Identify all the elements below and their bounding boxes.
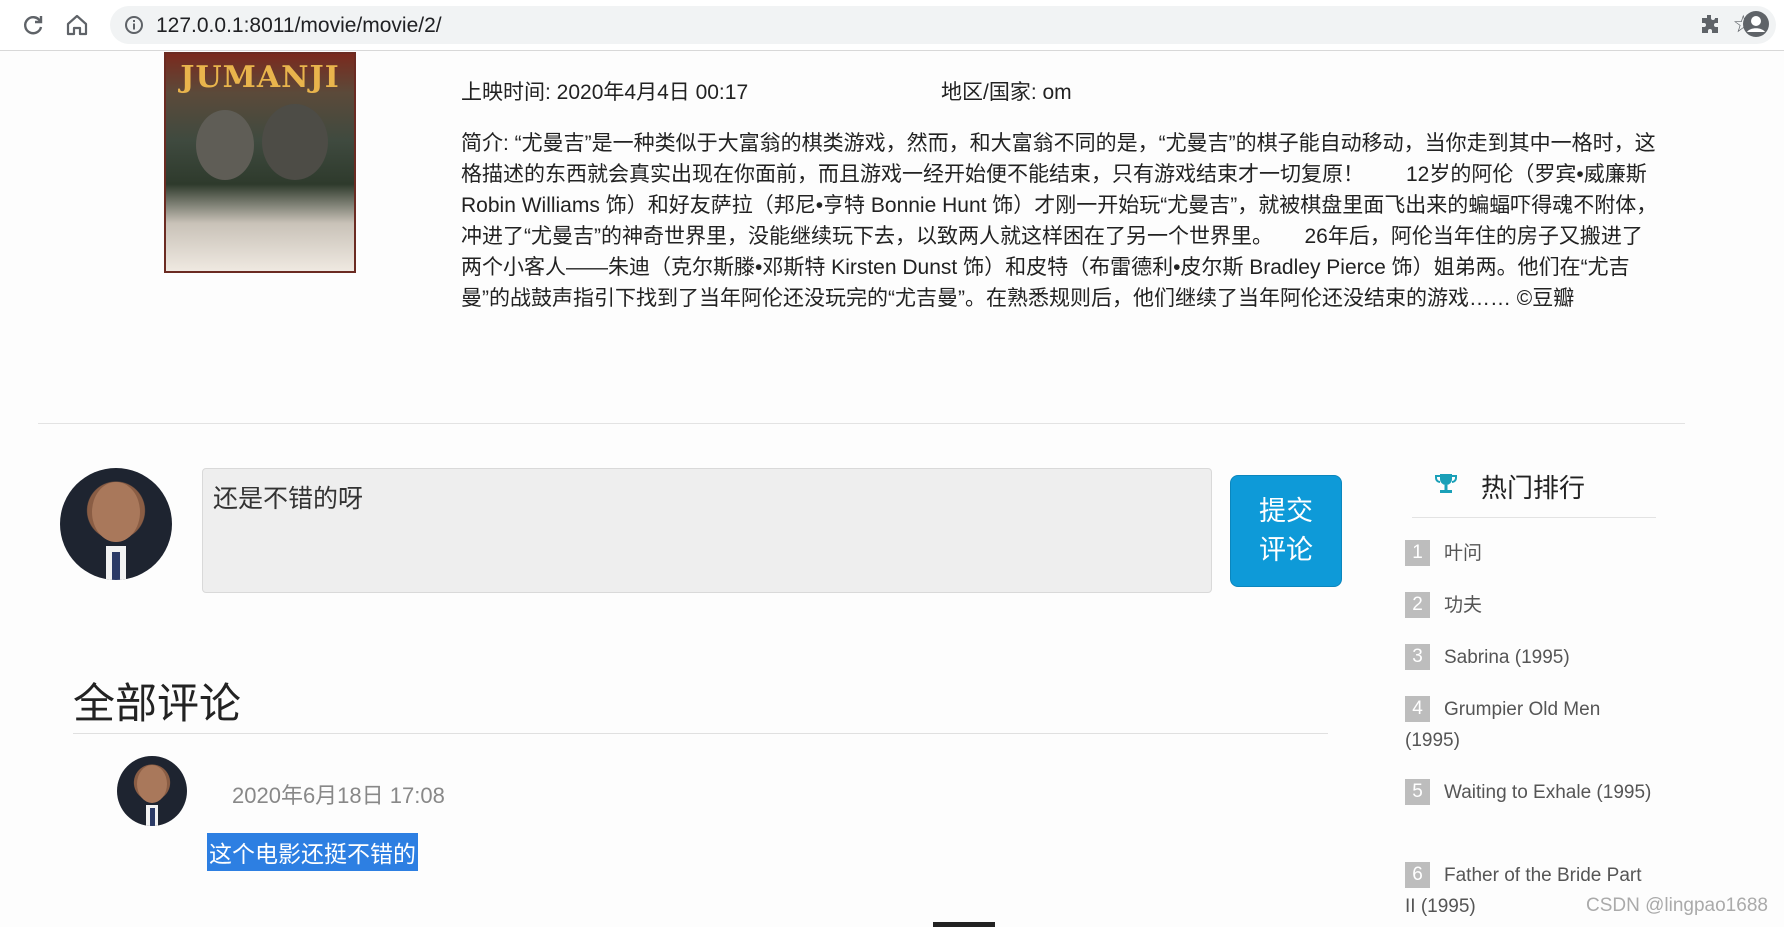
poster-title: JUMANJI [180, 60, 340, 95]
home-icon[interactable] [62, 10, 92, 40]
rank-item[interactable]: 2 功夫 [1405, 590, 1655, 621]
rank-title[interactable]: Waiting to Exhale (1995) [1444, 782, 1651, 803]
rank-number: 1 [1405, 540, 1430, 566]
rank-number: 6 [1405, 862, 1430, 888]
rank-number: 2 [1405, 592, 1430, 618]
rank-title[interactable]: 功夫 [1444, 595, 1482, 616]
movie-synopsis: 简介: “尤曼吉”是一种类似于大富翁的棋类游戏，然而，和大富翁不同的是，“尤曼吉… [461, 132, 1658, 310]
comment-date: 2020年6月18日 17:08 [232, 783, 445, 808]
hot-ranking-title: 热门排行 [1481, 473, 1586, 503]
comment-input[interactable]: 还是不错的呀 [202, 468, 1212, 593]
avatar [60, 468, 172, 580]
comment-avatar [117, 756, 187, 826]
divider [1412, 517, 1656, 518]
divider [73, 733, 1328, 734]
rank-item[interactable]: 4 Grumpier Old Men (1995) [1405, 694, 1655, 756]
rank-number: 3 [1405, 644, 1430, 670]
extensions-icon[interactable] [1698, 12, 1722, 41]
comments-heading: 全部评论 [73, 680, 242, 727]
url-text[interactable]: 127.0.0.1:8011/movie/movie/2/ [156, 14, 442, 38]
rank-number: 5 [1405, 779, 1430, 805]
submit-label-line2: 评论 [1259, 535, 1313, 565]
comment-text: 这个电影还挺不错的 [207, 833, 418, 871]
rank-item[interactable]: 3 Sabrina (1995) [1405, 642, 1655, 673]
submit-label-line1: 提交 [1259, 496, 1313, 526]
movie-poster: JUMANJI [164, 52, 356, 273]
rank-item[interactable]: 5 Waiting to Exhale (1995) [1405, 777, 1655, 808]
profile-icon[interactable] [1742, 10, 1770, 43]
rank-title[interactable]: Grumpier Old Men (1995) [1405, 699, 1600, 751]
browser-toolbar: 127.0.0.1:8011/movie/movie/2/ ☆ [0, 0, 1784, 51]
trophy-icon [1433, 471, 1459, 502]
scroll-indicator [933, 922, 995, 927]
rank-title[interactable]: 叶问 [1444, 543, 1482, 564]
region: 地区/国家: om [941, 81, 1072, 104]
rank-item[interactable]: 1 叶问 [1405, 538, 1655, 569]
watermark: CSDN @lingpao1688 [1586, 895, 1768, 916]
release-time: 上映时间: 2020年4月4日 00:17 [461, 81, 749, 104]
divider [38, 423, 1685, 424]
submit-comment-button[interactable]: 提交 评论 [1230, 475, 1342, 587]
rank-number: 4 [1405, 696, 1430, 722]
rank-title[interactable]: Sabrina (1995) [1444, 647, 1570, 668]
poster-figure [196, 110, 254, 180]
address-bar[interactable]: 127.0.0.1:8011/movie/movie/2/ ☆ [110, 6, 1776, 44]
site-info-icon[interactable] [124, 15, 144, 40]
reload-icon[interactable] [18, 10, 48, 40]
poster-figure [262, 104, 328, 180]
